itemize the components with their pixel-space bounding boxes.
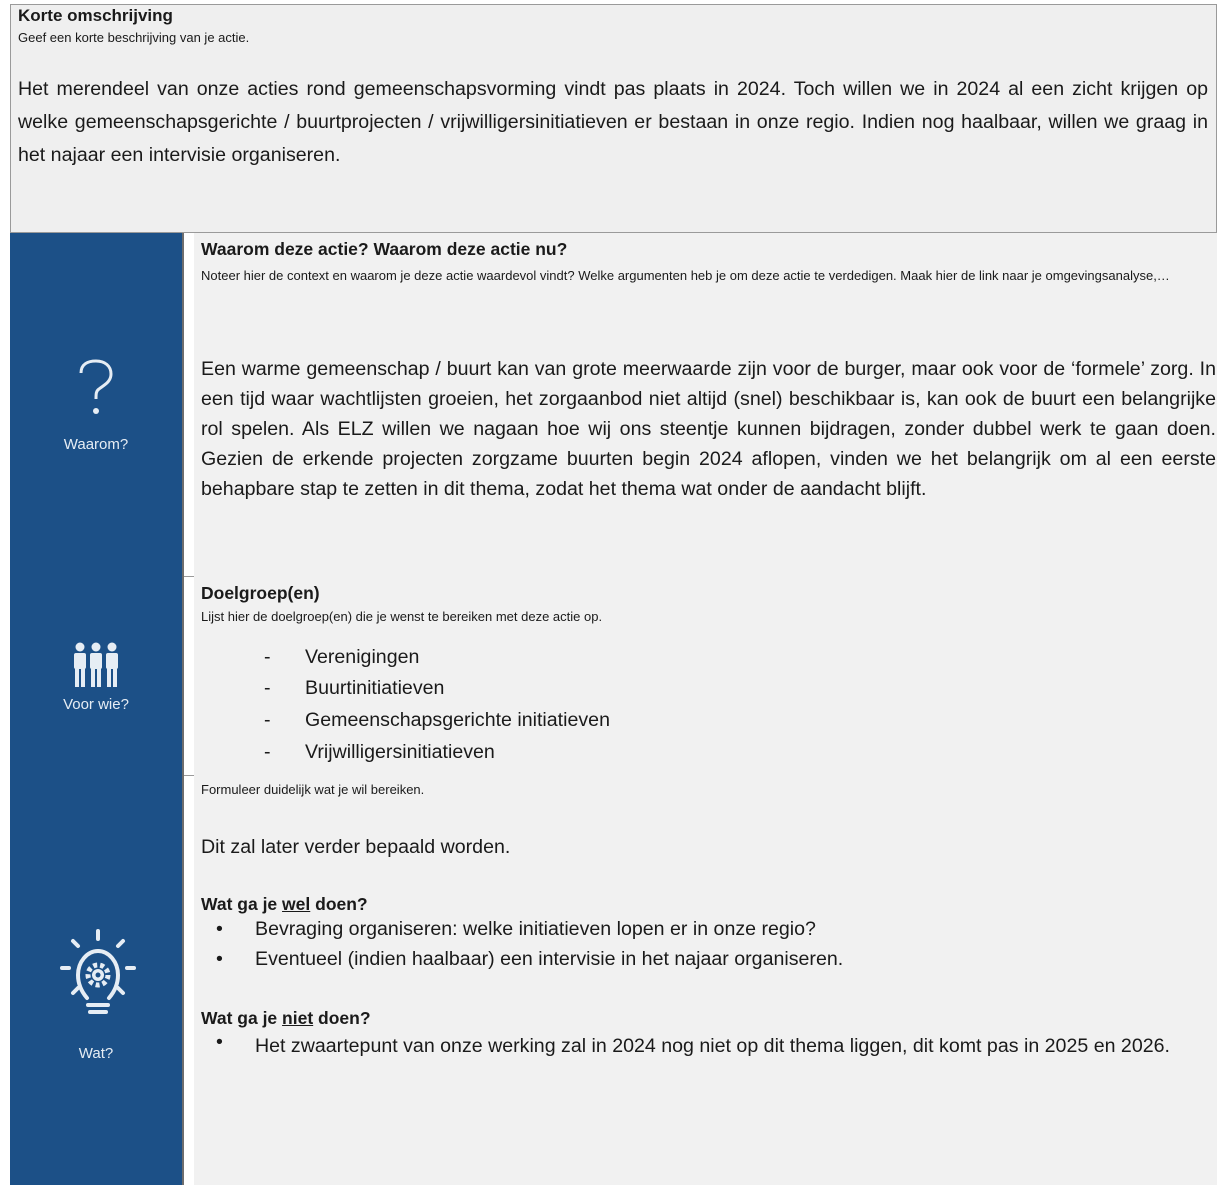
waarom-hint: Noteer hier de context en waarom je deze…: [201, 268, 1170, 283]
doelgroep-heading: Doelgroep(en): [201, 583, 320, 603]
doelgroep-label: Voor wie?: [63, 696, 129, 713]
waarom-sidebar: Waarom?: [10, 233, 184, 576]
niet-item: • Het zwaartepunt van onze werking zal in…: [216, 1031, 1170, 1057]
wel-heading: Wat ga je wel doen?: [201, 894, 368, 914]
wel-item: • Eventueel (indien haalbaar) een intervi…: [216, 948, 844, 970]
doelgroep-sidebar: Voor wie?: [10, 576, 184, 775]
section-body: Het merendeel van onze acties rond gemee…: [18, 78, 1208, 166]
waarom-row: Waarom? Waarom deze actie? Waarom deze a…: [10, 233, 1217, 577]
section-hint: Geef een korte beschrijving van je actie…: [18, 30, 250, 45]
section-title: Korte omschrijving: [18, 6, 173, 25]
waarom-body: Een warme gemeenschap / buurt kan van gr…: [201, 358, 1216, 500]
wat-label: Wat?: [78, 1045, 114, 1062]
niet-heading: Wat ga je niet doen?: [201, 1008, 371, 1028]
lightbulb-gear-icon: [60, 929, 136, 1014]
waarom-label: Waarom?: [63, 436, 129, 453]
question-mark-icon: [79, 359, 113, 414]
people-group-icon: [74, 642, 118, 687]
wat-sidebar: Wat?: [10, 775, 184, 1185]
waarom-content: Waarom deze actie? Waarom deze actie nu?…: [194, 233, 1217, 576]
wat-content: Formuleer duidelijk wat je wil bereiken.…: [194, 775, 1217, 1185]
waarom-heading: Waarom deze actie? Waarom deze actie nu?: [201, 239, 568, 259]
wel-item: • Bevraging organiseren: welke initiatiev…: [216, 918, 816, 940]
doelgroep-content: Doelgroep(en) Lijst hier de doelgroep(en…: [194, 576, 1217, 775]
korte-omschrijving-section: Korte omschrijving Geef een korte beschr…: [10, 4, 1217, 233]
doelgroep-row: Voor wie? Doelgroep(en) Lijst hier de do…: [10, 576, 1217, 776]
wat-row: Wat? Formuleer duidelijk wat je wil bere…: [10, 775, 1217, 1185]
doelgroep-hint: Lijst hier de doelgroep(en) die je wenst…: [201, 609, 603, 624]
wat-hint: Formuleer duidelijk wat je wil bereiken.: [201, 782, 425, 797]
wat-intro: Dit zal later verder bepaald worden.: [201, 836, 511, 858]
